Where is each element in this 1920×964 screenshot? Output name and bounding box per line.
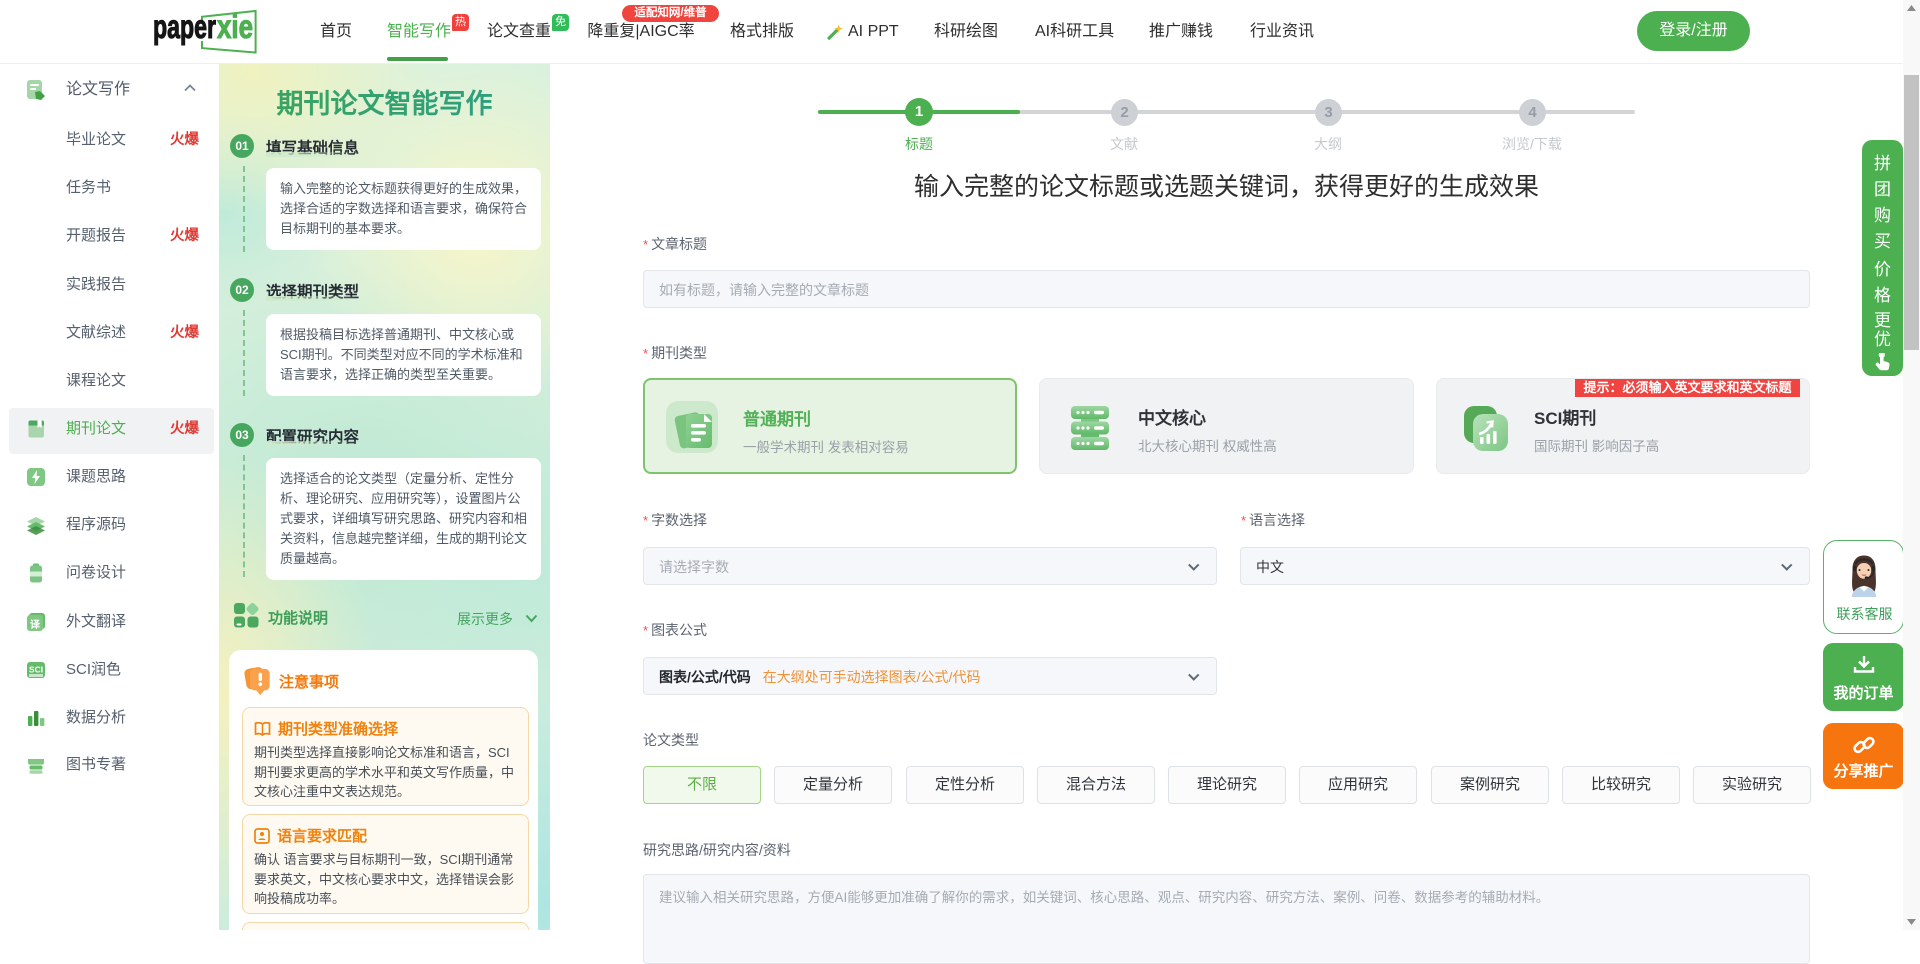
svg-text:paper: paper: [153, 8, 216, 45]
svg-text:SCI: SCI: [29, 665, 43, 675]
svg-text:xie: xie: [217, 8, 253, 45]
svg-text:译: 译: [30, 618, 41, 631]
